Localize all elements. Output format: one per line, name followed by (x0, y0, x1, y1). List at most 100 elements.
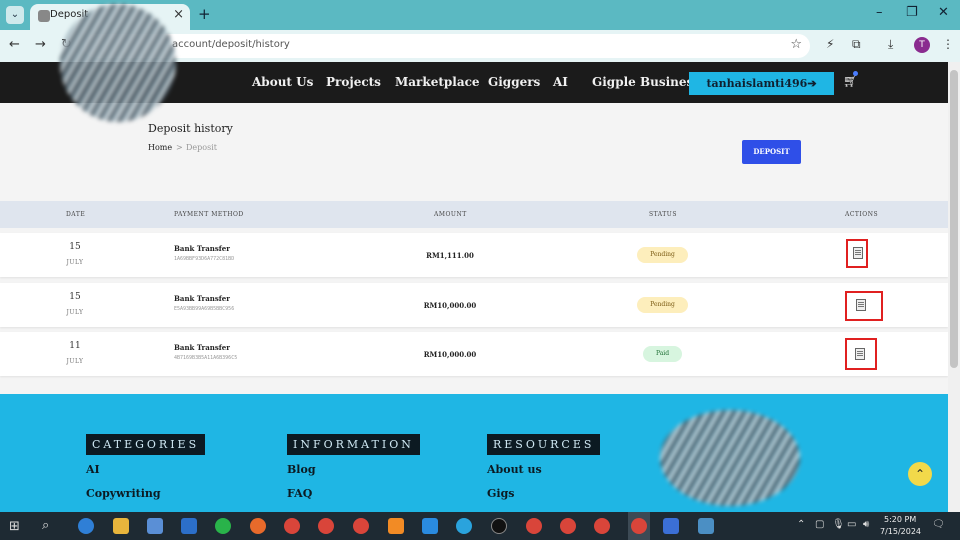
site-footer: CATEGORIES AI Copywriting INFORMATION Bl… (0, 394, 948, 512)
row-month: JULY (66, 309, 84, 316)
profile-avatar[interactable]: T (914, 37, 930, 53)
row-reference: E5A93BB99A69B5BBC956 (174, 306, 235, 312)
chrome-icon[interactable] (526, 518, 542, 534)
column-status: STATUS (649, 211, 677, 218)
firefox-icon[interactable] (250, 518, 266, 534)
footer-link-gigs[interactable]: Gigs (487, 487, 514, 500)
clock-date[interactable]: 7/15/2024 (880, 527, 921, 536)
row-reference: 1A69BBF93D6A772C81BD (174, 256, 235, 262)
row-amount: RM10,000.00 (423, 350, 477, 359)
windows-taskbar: ⊞ ⌕ ⌃ ▢ 🎙︎ ▭ 🔊︎ 5:20 PM 7/15/2024 🗨︎ (0, 512, 960, 540)
row-amount: RM1,111.00 (426, 251, 474, 260)
row-payment-method: Bank Transfer (174, 294, 230, 303)
new-tab-icon[interactable]: + (198, 5, 211, 23)
footer-heading-information: INFORMATION (287, 434, 420, 455)
nav-about-us[interactable]: About Us (252, 75, 313, 89)
table-header: DATE PAYMENT METHOD AMOUNT STATUS ACTION… (0, 201, 948, 228)
cart-icon[interactable]: 🛒︎ (843, 74, 858, 88)
privacy-blur (660, 410, 800, 506)
network-icon[interactable]: ▭ (847, 519, 856, 530)
scrollbar-thumb[interactable] (950, 70, 958, 368)
row-day: 15 (69, 292, 81, 302)
chrome-icon[interactable] (284, 518, 300, 534)
row-day: 15 (69, 242, 81, 252)
tab-search-icon[interactable]: ⌄ (6, 6, 24, 24)
nav-projects[interactable]: Projects (326, 75, 381, 89)
minimize-icon[interactable]: – (876, 5, 883, 20)
clock-time[interactable]: 5:20 PM (884, 515, 916, 524)
receipt-icon[interactable] (856, 299, 866, 311)
close-window-icon[interactable]: ✕ (938, 5, 949, 20)
breadcrumb-separator: > (176, 143, 183, 152)
footer-link-copywriting[interactable]: Copywriting (86, 487, 161, 500)
column-actions: ACTIONS (845, 211, 879, 218)
paint-icon[interactable] (663, 518, 679, 534)
row-reference: 4B7169B3B5A11A6B396C5 (174, 355, 238, 361)
column-date: DATE (66, 211, 86, 218)
row-month: JULY (66, 259, 84, 266)
active-chrome-app[interactable] (628, 512, 650, 540)
user-account-button[interactable]: tanhaislamti496➔ (689, 72, 834, 95)
deposit-button[interactable]: DEPOSIT (742, 140, 801, 164)
row-payment-method: Bank Transfer (174, 343, 230, 352)
page-header: Deposit history Home > Deposit DEPOSIT (0, 103, 948, 201)
tray-chevron-icon[interactable]: ⌃ (797, 519, 805, 530)
favicon-icon (38, 10, 50, 22)
footer-link-ai[interactable]: AI (86, 463, 100, 476)
table-row: 11 JULY Bank Transfer 4B7169B3B5A11A6B39… (0, 332, 948, 376)
chrome-icon[interactable] (594, 518, 610, 534)
column-amount: AMOUNT (434, 211, 467, 218)
mail-icon[interactable] (181, 518, 197, 534)
edge-icon[interactable] (78, 518, 94, 534)
receipt-icon[interactable] (855, 348, 865, 360)
desktop-icon[interactable] (698, 518, 714, 534)
chrome-icon[interactable] (318, 518, 334, 534)
status-badge: Pending (637, 297, 688, 313)
nav-giggers[interactable]: Giggers (488, 75, 540, 89)
volume-icon[interactable]: 🔊︎ (863, 519, 869, 530)
row-payment-method: Bank Transfer (174, 244, 230, 253)
chrome-icon[interactable] (560, 518, 576, 534)
footer-link-blog[interactable]: Blog (287, 463, 316, 476)
table-row: 15 JULY Bank Transfer 1A69BBF93D6A772C81… (0, 233, 948, 277)
address-bar[interactable]: account/deposit/history ☆ (84, 34, 810, 58)
table-row: 15 JULY Bank Transfer E5A93BB99A69B5BBC9… (0, 283, 948, 327)
back-icon[interactable]: ← (9, 37, 20, 52)
nav-gigple-business[interactable]: Gigple Business (592, 75, 700, 89)
xampp-icon[interactable] (388, 518, 404, 534)
extensions-puzzle-icon[interactable]: ⧉ (852, 37, 861, 52)
close-tab-icon[interactable]: × (173, 7, 184, 22)
nav-marketplace[interactable]: Marketplace (395, 75, 480, 89)
url-text: account/deposit/history (172, 39, 290, 50)
start-icon[interactable]: ⊞ (9, 519, 20, 534)
vscode-icon[interactable] (422, 518, 438, 534)
notification-icon[interactable]: 🗨︎ (932, 519, 945, 530)
app-icon[interactable] (491, 518, 507, 534)
breadcrumb-current: Deposit (186, 143, 217, 152)
scroll-to-top-button[interactable]: ⌃ (908, 462, 932, 486)
whatsapp-icon[interactable] (215, 518, 231, 534)
microphone-icon[interactable]: 🎙︎ (832, 519, 845, 530)
chrome-icon[interactable] (353, 518, 369, 534)
extension-icon[interactable]: ⚡ (826, 37, 834, 51)
download-icon[interactable]: ⤓ (888, 37, 893, 52)
telegram-icon[interactable] (456, 518, 472, 534)
store-icon[interactable] (147, 518, 163, 534)
privacy-blur (60, 4, 176, 122)
footer-link-faq[interactable]: FAQ (287, 487, 312, 500)
footer-link-about-us[interactable]: About us (487, 463, 542, 476)
row-day: 11 (69, 341, 81, 351)
restore-icon[interactable]: ❐ (906, 5, 918, 20)
tray-device-icon[interactable]: ▢ (815, 519, 824, 530)
file-explorer-icon[interactable] (113, 518, 129, 534)
bookmark-star-icon[interactable]: ☆ (790, 37, 802, 52)
receipt-icon[interactable] (853, 247, 863, 259)
browser-menu-icon[interactable]: ⋮ (942, 37, 954, 51)
forward-icon[interactable]: → (35, 37, 46, 52)
row-month: JULY (66, 358, 84, 365)
status-badge: Paid (643, 346, 682, 362)
breadcrumb-home[interactable]: Home (148, 143, 172, 152)
nav-ai[interactable]: AI (553, 75, 568, 89)
footer-heading-categories: CATEGORIES (86, 434, 206, 455)
taskbar-search-icon[interactable]: ⌕ (42, 518, 49, 533)
